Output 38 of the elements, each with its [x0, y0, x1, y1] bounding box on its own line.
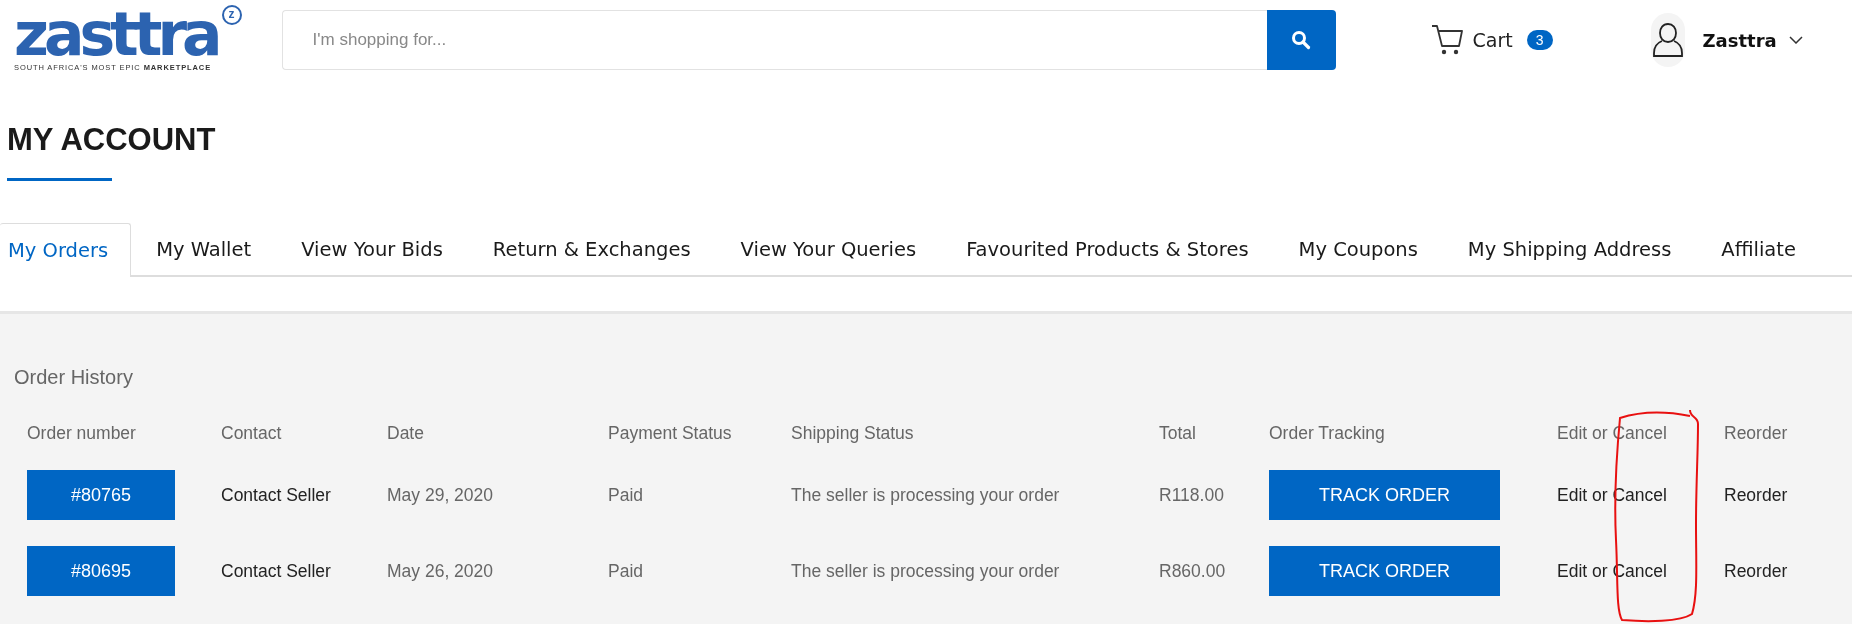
user-icon[interactable]	[1650, 13, 1685, 67]
contact-seller-link[interactable]: Contact Seller	[221, 560, 331, 582]
payment-status-cell: Paid	[608, 484, 644, 506]
search-field[interactable]: I'm shopping for...	[281, 10, 1267, 70]
page-title: MY ACCOUNT	[7, 122, 216, 158]
track-order-button[interactable]: TRACK ORDER	[1269, 470, 1500, 520]
payment-status-cell: Paid	[608, 560, 644, 582]
date-cell: May 26, 2020	[387, 560, 494, 582]
reorder-link[interactable]: Reorder	[1724, 484, 1788, 506]
cart-icon[interactable]	[1430, 24, 1465, 56]
column-header: Shipping Status	[791, 423, 914, 444]
column-header: Payment Status	[608, 423, 732, 444]
column-header: Date	[387, 423, 424, 444]
order-number-button[interactable]: #80695	[27, 546, 175, 596]
user-name[interactable]: Zasttra	[1702, 29, 1777, 51]
search-button[interactable]	[1266, 10, 1336, 70]
logo-name: zasttra	[14, 4, 218, 63]
shipping-status-cell: The seller is processing your order	[791, 560, 1060, 582]
column-header: Total	[1159, 423, 1196, 444]
chevron-down-icon[interactable]	[1788, 36, 1803, 44]
cart-link[interactable]: Cart	[1472, 29, 1513, 51]
column-header: Contact	[221, 423, 282, 444]
order-number-button[interactable]: #80765	[27, 470, 175, 520]
contact-seller-link[interactable]: Contact Seller	[221, 484, 331, 506]
reorder-link[interactable]: Reorder	[1724, 560, 1788, 582]
cart-count-badge: 3	[1526, 30, 1553, 50]
column-header: Order number	[27, 423, 136, 444]
column-header: Order Tracking	[1269, 423, 1385, 444]
date-cell: May 29, 2020	[387, 484, 494, 506]
shipping-status-cell: The seller is processing your order	[791, 484, 1060, 506]
logo-mark: z	[221, 4, 242, 25]
account-tab[interactable]: My Orders	[0, 223, 132, 277]
column-header: Reorder	[1724, 423, 1788, 444]
section-title: Order History	[14, 366, 133, 389]
search-icon	[1291, 30, 1312, 50]
total-cell: R860.00	[1159, 560, 1226, 582]
total-cell: R118.00	[1159, 484, 1224, 506]
track-order-button[interactable]: TRACK ORDER	[1269, 546, 1500, 596]
